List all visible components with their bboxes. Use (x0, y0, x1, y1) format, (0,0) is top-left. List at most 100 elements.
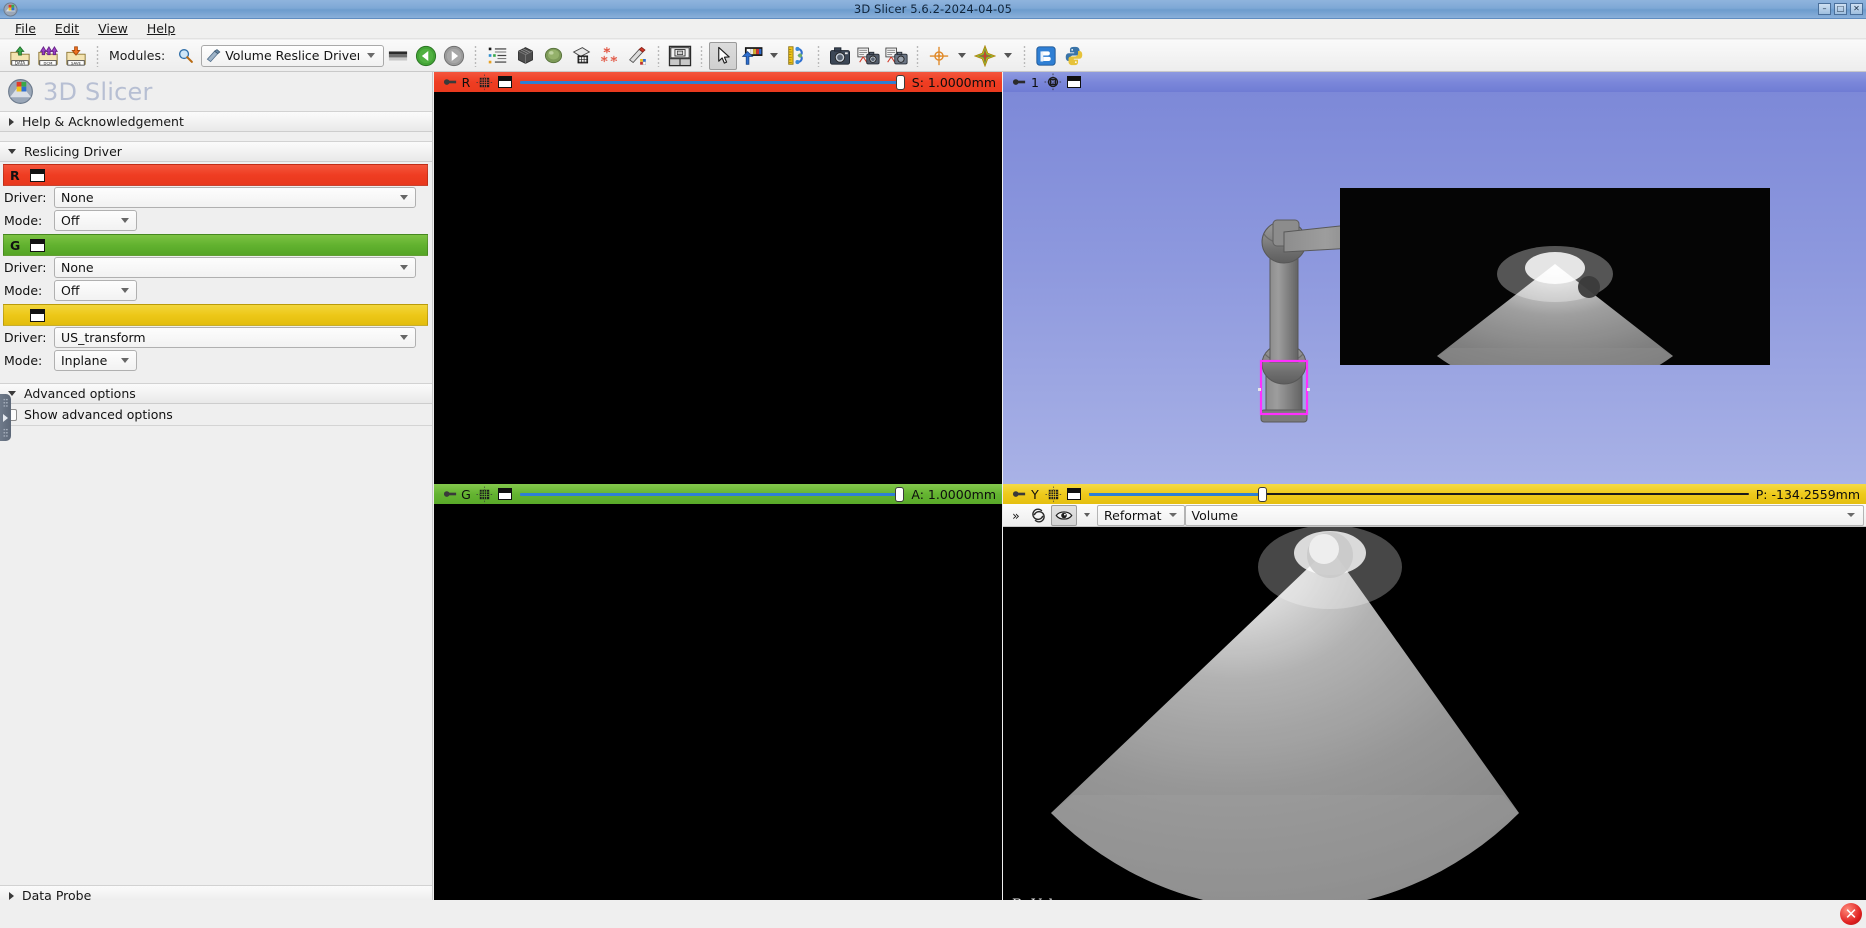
slice-offset-slider-yellow[interactable] (1089, 486, 1749, 502)
models-icon[interactable] (539, 42, 567, 70)
view-layout-icon[interactable] (1067, 488, 1081, 500)
driver-combobox-yellow[interactable]: US_transform (54, 327, 416, 348)
slice-row-header-yellow[interactable] (3, 304, 428, 326)
load-dicom-icon[interactable]: DCM (34, 42, 62, 70)
mode-value-yellow: Inplane (61, 353, 108, 368)
slice-visibility-icon[interactable] (474, 485, 494, 503)
crosshair-icon[interactable] (783, 42, 811, 70)
slice-offset-slider-green[interactable] (520, 486, 905, 502)
driver-row-yellow: Driver: US_transform (0, 326, 432, 349)
threed-view[interactable]: 1 (1003, 72, 1866, 484)
chevron-down-icon[interactable] (1004, 53, 1013, 58)
view-layout-icon[interactable] (498, 488, 512, 500)
save-data-icon[interactable]: SAVE (62, 42, 90, 70)
menu-view[interactable]: View (90, 19, 139, 39)
menu-help[interactable]: Help (139, 19, 187, 39)
threed-view-canvas[interactable] (1003, 92, 1866, 484)
slice-view-green[interactable]: G A: 1.0000mm (434, 484, 1002, 928)
toolbar-separator (817, 44, 821, 67)
pin-icon[interactable] (1011, 486, 1027, 502)
minimize-button[interactable]: – (1818, 3, 1831, 15)
view-layout-icon[interactable] (30, 238, 45, 252)
module-selector-combobox[interactable]: Volume Reslice Driver (201, 44, 385, 67)
status-bar (0, 900, 1866, 928)
chevron-down-icon (1168, 513, 1177, 517)
driver-combobox-red[interactable]: None (54, 187, 416, 208)
threed-view-number: 1 (1031, 74, 1039, 90)
view-layout-icon[interactable] (30, 308, 45, 322)
view-layout-icon[interactable] (30, 168, 45, 182)
view-layout-icon[interactable] (1067, 76, 1081, 88)
mode-combobox-green[interactable]: Off (54, 280, 137, 301)
slice-view-red[interactable]: R S: 1.0000mm (434, 72, 1002, 484)
slice-view-canvas-yellow[interactable]: B: Volume (1003, 527, 1866, 928)
load-data-icon[interactable]: DATA (6, 42, 34, 70)
segmentations-icon[interactable] (567, 42, 595, 70)
visibility-eye-icon[interactable] (1051, 504, 1077, 526)
scene-views-icon[interactable] (854, 42, 882, 70)
center-view-icon[interactable] (925, 42, 953, 70)
mode-combobox-red[interactable]: Off (54, 210, 137, 231)
spin-view-icon[interactable] (1026, 505, 1051, 526)
driver-combobox-green[interactable]: None (54, 257, 416, 278)
slice-offset-slider-red[interactable] (520, 74, 905, 90)
python-console-icon[interactable] (1060, 42, 1088, 70)
slice-visibility-icon[interactable] (474, 73, 494, 91)
markups-icon[interactable] (595, 42, 623, 70)
section-help-acknowledgement[interactable]: Help & Acknowledgement (0, 111, 432, 132)
volume-selector-combobox[interactable]: Volume (1184, 504, 1864, 526)
slice-row-header-green[interactable]: G (3, 234, 428, 256)
slider-knob[interactable] (895, 486, 904, 502)
more-options-button[interactable]: » (1006, 505, 1026, 526)
slice-view-controller-green: G A: 1.0000mm (434, 484, 1002, 504)
menu-file[interactable]: File (7, 19, 47, 39)
panel-splitter-handle[interactable] (0, 394, 11, 441)
subject-hierarchy-icon[interactable] (483, 42, 511, 70)
error-close-icon[interactable]: ✕ (1840, 903, 1862, 925)
volumes-icon[interactable] (511, 42, 539, 70)
slider-knob[interactable] (896, 74, 905, 90)
search-icon[interactable] (171, 42, 199, 70)
close-button[interactable]: ✕ (1850, 3, 1863, 15)
menu-edit-label: Edit (54, 20, 80, 36)
app-brand: 3D Slicer (0, 72, 432, 111)
slice-visibility-icon[interactable] (1043, 485, 1063, 503)
pin-icon[interactable] (1011, 74, 1027, 90)
threed-view-controller: 1 (1003, 72, 1866, 92)
slice-view-canvas-red[interactable] (434, 92, 1002, 484)
slider-knob[interactable] (1258, 486, 1268, 502)
color-icon[interactable] (971, 42, 999, 70)
scene-view-capture-icon[interactable] (882, 42, 910, 70)
slice-view-canvas-green[interactable] (434, 504, 1002, 928)
mode-combobox-yellow[interactable]: Inplane (54, 350, 137, 371)
visibility-dropdown-button[interactable] (1077, 505, 1097, 526)
pin-icon[interactable] (442, 486, 458, 502)
next-module-icon[interactable] (440, 42, 468, 70)
window-level-icon[interactable] (737, 42, 765, 70)
app-logo-icon (3, 2, 18, 17)
chevron-down-icon[interactable] (770, 53, 779, 58)
slider-track (520, 492, 905, 496)
section-advanced-options[interactable]: Advanced options (0, 383, 432, 404)
extension-manager-icon[interactable] (1032, 42, 1060, 70)
slice-view-yellow[interactable]: Y P: -134.2559mm » Reformat Volume (1003, 484, 1866, 928)
show-advanced-options-row[interactable]: Show advanced options (0, 404, 432, 426)
slice-row-header-red[interactable]: R (3, 164, 428, 186)
view-layout-icon[interactable] (498, 76, 512, 88)
reformat-combobox[interactable]: Reformat (1097, 504, 1185, 526)
maximize-button[interactable]: □ (1834, 3, 1847, 15)
layout-icon[interactable] (666, 42, 694, 70)
section-reslicing-driver[interactable]: Reslicing Driver (0, 141, 432, 162)
center-3d-view-icon[interactable] (1043, 73, 1063, 91)
slice-view-subtoolbar-yellow: » Reformat Volume (1003, 504, 1866, 527)
pin-icon[interactable] (442, 74, 458, 90)
chevron-down-icon[interactable] (958, 53, 967, 58)
previous-module-icon[interactable] (412, 42, 440, 70)
menu-edit[interactable]: Edit (47, 19, 90, 39)
module-favorites-icon[interactable] (384, 42, 412, 70)
menu-file-label: File (15, 20, 36, 36)
mouse-mode-pointer-icon[interactable] (709, 41, 738, 70)
module-icon (206, 48, 221, 62)
screenshot-icon[interactable] (826, 42, 854, 70)
annotations-icon[interactable] (623, 42, 651, 70)
